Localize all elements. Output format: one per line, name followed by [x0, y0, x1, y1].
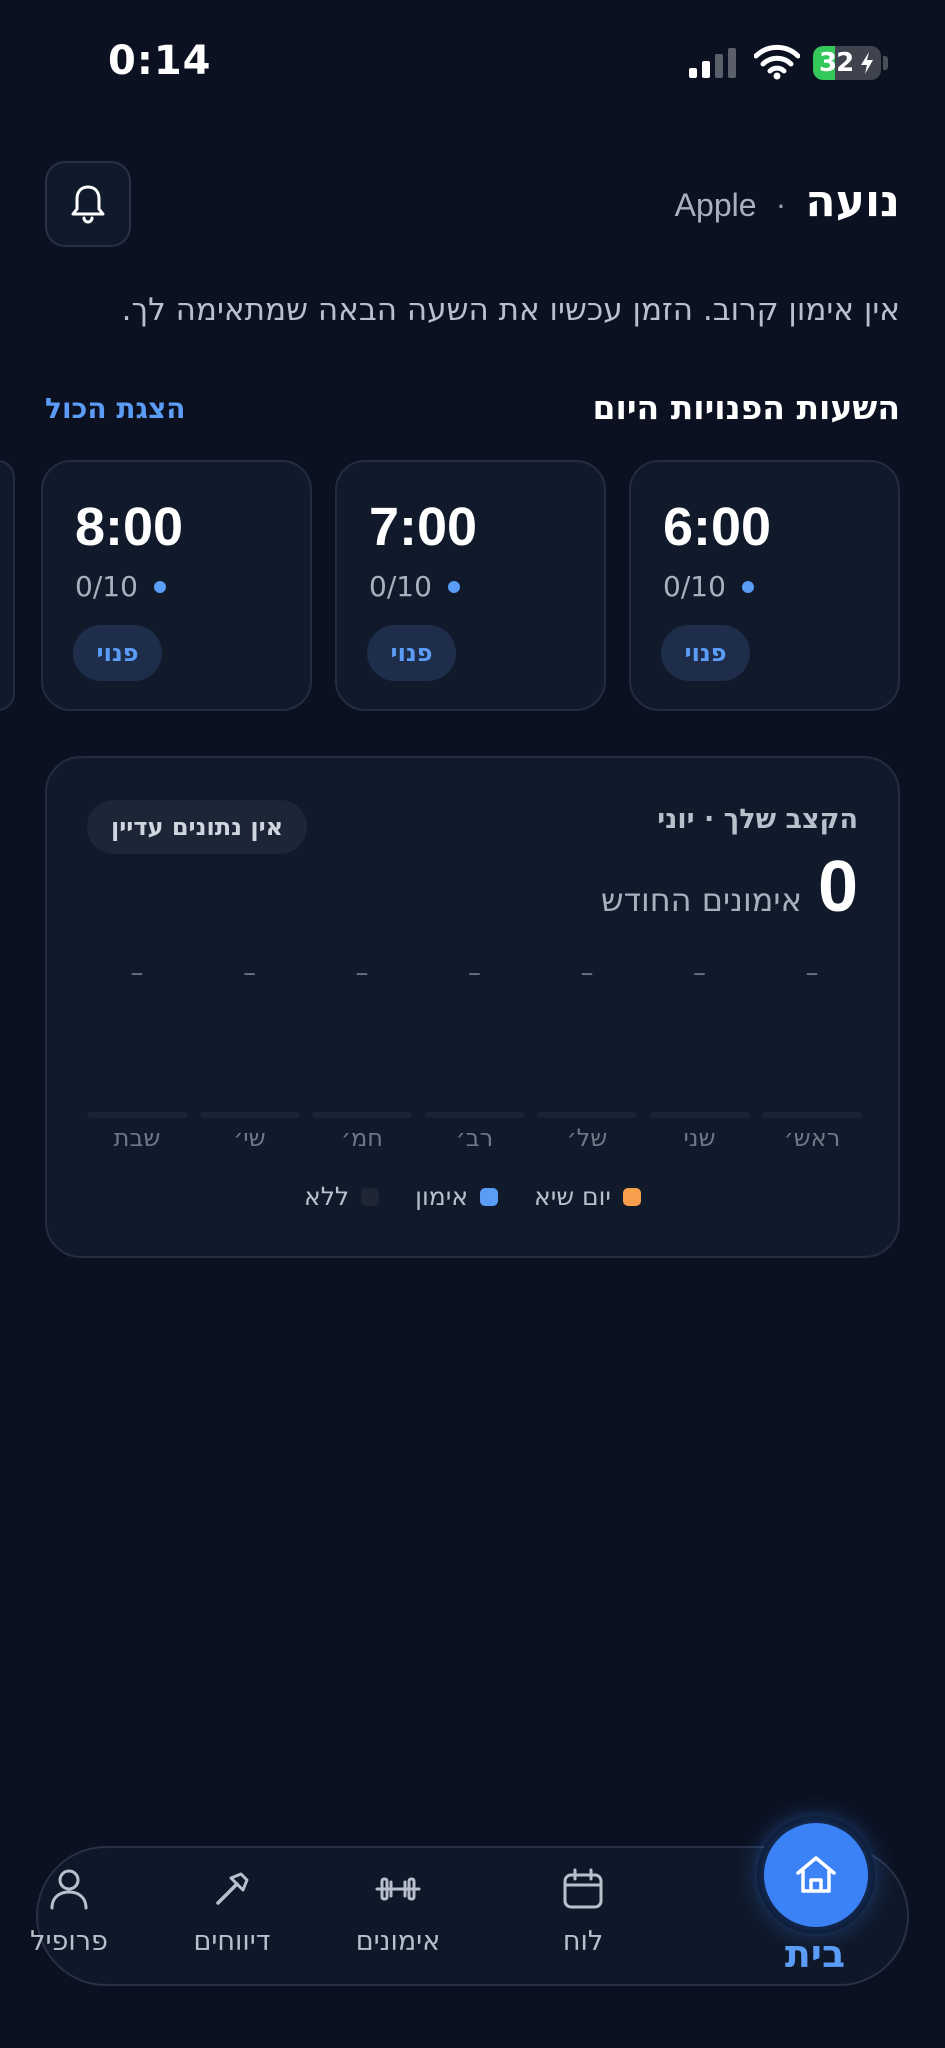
nav-item-workouts[interactable]: אימונים: [323, 1862, 473, 1974]
legend-swatch-peak: [623, 1187, 641, 1206]
legend-swatch-none: [361, 1187, 380, 1206]
bar: [312, 1112, 412, 1118]
bar-column: –: [649, 958, 750, 1118]
slot-card[interactable]: 7:00 0/10 פנוי: [335, 460, 606, 711]
weekday-label: של׳: [566, 1124, 608, 1152]
home-icon: [796, 1856, 836, 1893]
no-data-badge: אין נתונים עדיין: [87, 800, 308, 854]
bar: [199, 1112, 300, 1118]
slot-card[interactable]: 8:00 0/10 פנוי: [41, 460, 312, 711]
notifications-button[interactable]: [45, 161, 131, 247]
home-screen: 0:14 32 נועה · Apple אין אימון קרוב. הזמ…: [0, 0, 945, 2048]
slot-card[interactable]: 6:00 0/10 פנוי: [629, 460, 900, 711]
pace-summary: 0 אימונים החודש: [601, 846, 858, 928]
nav-label-home[interactable]: בית: [740, 1932, 890, 1976]
chart-legend: יום שיא אימון ללא: [47, 1182, 898, 1211]
person-icon: [50, 1869, 88, 1910]
bar-column: –: [762, 958, 862, 1118]
battery-level: 32: [819, 48, 854, 78]
bar-column: –: [312, 958, 412, 1118]
greeting: נועה · Apple: [675, 176, 900, 227]
slot-capacity: 0/10: [663, 570, 754, 603]
legend-label: ללא: [304, 1182, 350, 1211]
bar-value: –: [243, 958, 256, 988]
weekday-label: ראש׳: [783, 1124, 841, 1152]
availability-dot-icon: [741, 580, 754, 593]
bar: [762, 1112, 862, 1118]
status-time: 0:14: [108, 38, 212, 84]
bar-value: –: [468, 958, 481, 988]
nav-item-home[interactable]: [757, 1816, 875, 1934]
bar: [424, 1112, 525, 1118]
bar-value: –: [130, 958, 144, 988]
free-slots-title: השעות הפנויות היום: [592, 388, 900, 427]
weekday-label: חמ׳: [341, 1124, 383, 1152]
legend-item: אימון: [415, 1182, 499, 1211]
legend-item: ללא: [304, 1182, 380, 1211]
battery-charging-icon: 32: [813, 46, 881, 80]
hammer-icon: [216, 1872, 249, 1905]
bar-column: –: [424, 958, 525, 1118]
bell-icon: [71, 185, 105, 224]
dumbbell-icon: [375, 1877, 421, 1901]
pace-card: הקצב שלך · יוני 0 אימונים החודש אין נתונ…: [45, 756, 900, 1258]
monthly-workout-count: 0: [817, 847, 858, 927]
slot-capacity-text: 0/10: [369, 570, 432, 603]
slot-status-badge: פנוי: [661, 625, 750, 681]
legend-swatch-workout: [480, 1187, 499, 1206]
slot-time: 7:00: [369, 497, 478, 557]
slot-status-badge: פנוי: [367, 625, 456, 681]
nav-item-schedule[interactable]: לוח: [508, 1862, 658, 1974]
weekday-label: שבת: [113, 1124, 161, 1152]
nav-label: לוח: [562, 1926, 604, 1957]
slot-status-badge: פנוי: [73, 625, 162, 681]
legend-item: יום שיא: [534, 1182, 641, 1211]
legend-label: אימון: [415, 1182, 469, 1211]
weekday-label: שני: [683, 1124, 716, 1152]
calendar-icon: [563, 1868, 603, 1909]
slot-capacity: 0/10: [75, 570, 166, 603]
weekday-labels: ראש׳ שני של׳ רב׳ חמ׳ שי׳ שבת: [87, 1124, 862, 1152]
legend-label: יום שיא: [534, 1182, 611, 1211]
slot-time: 6:00: [663, 497, 772, 557]
bar: [87, 1112, 187, 1118]
nav-item-profile[interactable]: פרופיל: [0, 1862, 144, 1974]
show-all-link[interactable]: הצגת הכול: [45, 392, 186, 425]
home-button[interactable]: [764, 1823, 868, 1927]
bolt-icon: [861, 52, 873, 74]
bar-value: –: [693, 958, 706, 988]
bar-value: –: [580, 958, 594, 988]
slot-capacity-text: 0/10: [663, 570, 726, 603]
signal-icon: [689, 48, 736, 78]
bar-column: –: [537, 958, 637, 1118]
availability-dot-icon: [447, 580, 460, 593]
bar-column: –: [199, 958, 300, 1118]
user-name: נועה: [805, 176, 900, 227]
bar-value: –: [355, 958, 369, 988]
next-workout-message: אין אימון קרוב. הזמן עכשיו את השעה הבאה …: [121, 292, 900, 328]
weekday-label: רב׳: [455, 1124, 494, 1152]
weekly-chart: – – – – – – –: [87, 958, 862, 1118]
separator: ·: [776, 190, 786, 223]
slot-capacity: 0/10: [369, 570, 460, 603]
nav-label: דיווחים: [193, 1926, 271, 1957]
wifi-icon: [754, 44, 800, 80]
slot-capacity-text: 0/10: [75, 570, 138, 603]
status-bar: 0:14 32: [0, 0, 945, 130]
nav-label: פרופיל: [30, 1926, 108, 1957]
bar-column: –: [87, 958, 187, 1118]
slot-card-peek[interactable]: [0, 460, 15, 711]
pace-title: הקצב שלך · יוני: [657, 804, 858, 835]
bar-value: –: [805, 958, 819, 988]
battery-cap: [883, 56, 888, 70]
slot-time: 8:00: [75, 497, 184, 557]
nav-item-reports[interactable]: דיווחים: [157, 1862, 307, 1974]
bar: [537, 1112, 637, 1118]
brand-name: Apple: [674, 187, 757, 223]
availability-dot-icon: [153, 580, 166, 593]
weekday-label: שי׳: [233, 1124, 266, 1152]
monthly-workout-label: אימונים החודש: [600, 881, 802, 919]
bar: [649, 1112, 750, 1118]
nav-label: אימונים: [355, 1926, 441, 1957]
